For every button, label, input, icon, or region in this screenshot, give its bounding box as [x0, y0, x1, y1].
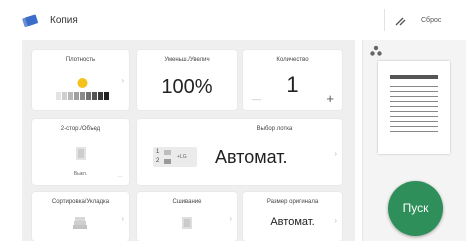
sort-label: Сортировка/Укладка — [51, 199, 110, 205]
zoom-label: Уменьш./Увелич — [164, 57, 210, 63]
preview-text-line — [390, 86, 438, 87]
color-mode-icon[interactable] — [369, 45, 383, 57]
preview-text-line — [390, 91, 438, 92]
preview-header-line — [390, 75, 438, 79]
original-size-label: Размер оригинала — [266, 199, 319, 205]
header-divider — [384, 9, 385, 31]
tray-plus-label: +LG — [177, 154, 187, 160]
function-panel: Плотность › Уменьш./Увелич 100% Количест… — [22, 40, 355, 241]
chevron-right-icon: › — [121, 214, 124, 223]
tray-icon: 1 2 +LG — [153, 147, 197, 167]
quantity-label: Количество — [276, 57, 309, 63]
preview-text-line — [390, 106, 438, 107]
tray-1-number: 1 — [156, 149, 160, 155]
copy-stack-icon — [22, 14, 38, 28]
start-button[interactable]: Пуск — [388, 181, 443, 236]
sort-stack-icon — [73, 217, 87, 229]
original-size-tile[interactable]: Размер оригинала Автомат. › — [243, 192, 342, 241]
chevron-right-icon: › — [334, 216, 337, 225]
decrement-button[interactable]: — — [252, 94, 261, 104]
chevron-right-icon: › — [334, 149, 337, 158]
reset-button[interactable]: Сброс — [421, 17, 441, 24]
sort-tile[interactable]: Сортировка/Укладка › — [32, 192, 129, 241]
preview-text-line — [390, 111, 438, 112]
pencil-icon[interactable] — [394, 16, 406, 26]
preview-text-line — [390, 121, 438, 122]
app-title: Копия — [50, 15, 78, 26]
preview-text-line — [390, 116, 438, 117]
app-header: Копия Сброс — [0, 0, 466, 40]
zoom-tile[interactable]: Уменьш./Увелич 100% — [137, 50, 237, 110]
duplex-page-icon — [76, 147, 86, 160]
tray-2-number: 2 — [156, 158, 160, 164]
tray-label: Выбор лотка — [256, 126, 293, 132]
chevron-right-icon: › — [229, 214, 232, 223]
original-size-value: Автомат. — [270, 216, 315, 228]
duplex-value: Выкл. — [73, 171, 88, 177]
zoom-value: 100% — [161, 76, 213, 98]
staple-label: Сшивание — [172, 199, 202, 205]
chevron-right-icon: › — [121, 76, 124, 85]
duplex-label: 2-стор./Объед — [60, 126, 101, 132]
density-label: Плотность — [65, 57, 96, 63]
density-indicator — [77, 78, 88, 88]
document-preview — [378, 61, 450, 154]
preview-text-line — [390, 131, 438, 132]
preview-text-line — [390, 96, 438, 97]
tray-2-slot-icon — [164, 159, 171, 164]
duplex-tile[interactable]: 2-стор./Объед Выкл. ··· — [32, 119, 129, 185]
density-scale — [56, 78, 109, 100]
quantity-tile[interactable]: Количество 1 — + — [243, 50, 342, 110]
tray-1-slot-icon — [164, 150, 171, 155]
density-tile[interactable]: Плотность › — [32, 50, 129, 110]
increment-button[interactable]: + — [326, 91, 334, 106]
more-icon: ··· — [117, 174, 123, 180]
staple-page-icon — [182, 217, 192, 229]
tray-tile[interactable]: Выбор лотка 1 2 +LG Автомат. › — [137, 119, 342, 185]
preview-text-line — [390, 101, 438, 102]
preview-text-line — [390, 126, 438, 127]
tray-value: Автомат. — [215, 147, 288, 167]
staple-tile[interactable]: Сшивание › — [137, 192, 237, 241]
